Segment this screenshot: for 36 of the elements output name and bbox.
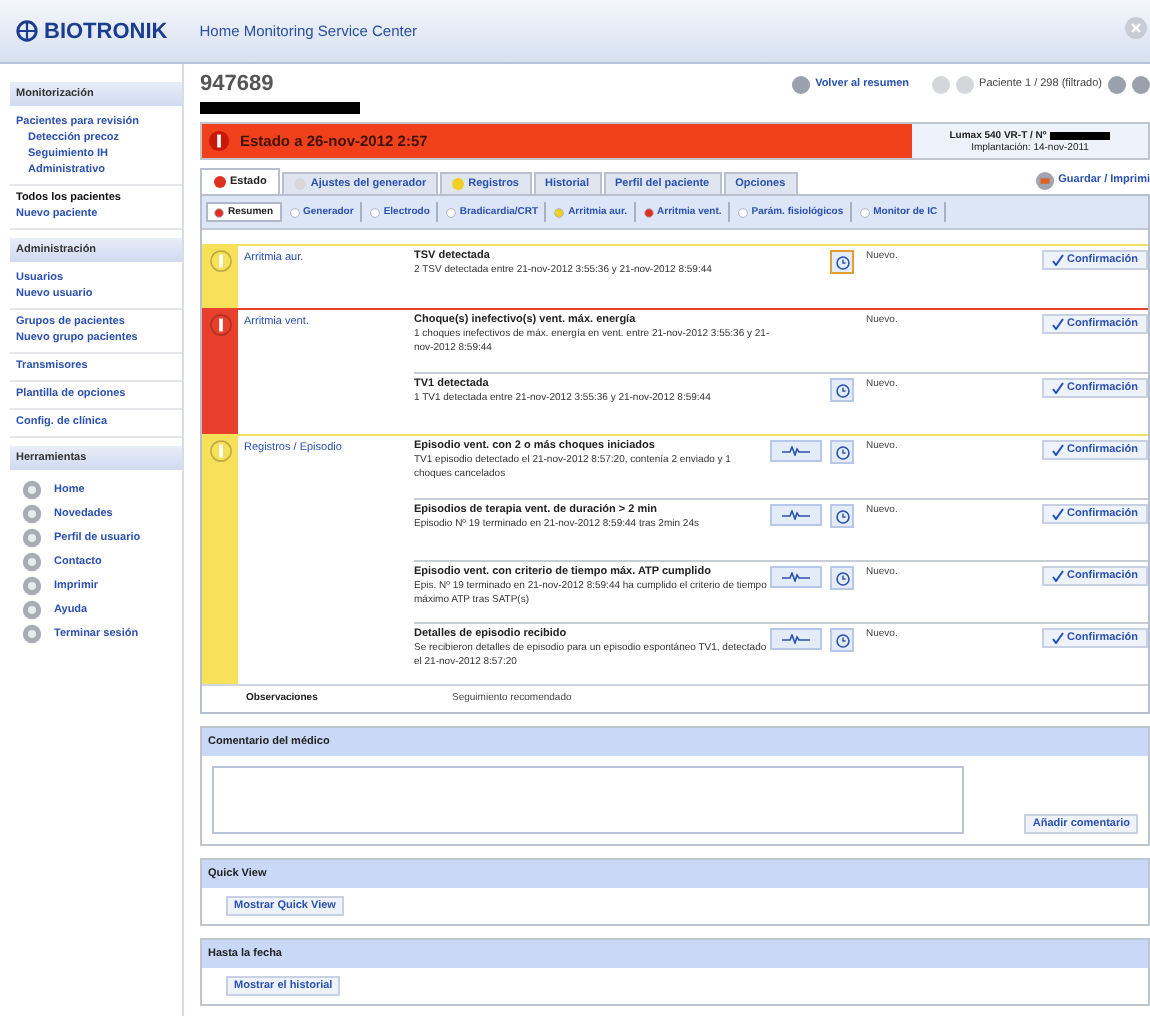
check-icon [1051,318,1064,330]
logo: BIOTRONIK [16,19,168,43]
clock-button[interactable] [830,440,854,464]
waveform-icon [782,572,810,582]
clock-icon [835,445,849,459]
egm-button[interactable] [770,504,822,526]
check-icon [1051,570,1064,582]
comment-field[interactable] [212,766,965,834]
clock-icon [835,383,849,397]
clock-button[interactable] [830,628,854,652]
close-icon[interactable] [1124,16,1148,40]
check-icon [1051,382,1064,394]
clock-button[interactable] [830,250,854,274]
check-icon [1051,632,1064,644]
clock-icon [835,571,849,585]
clock-button[interactable] [830,378,854,402]
egm-button[interactable] [770,440,822,462]
waveform-icon [782,446,810,456]
clock-icon [835,255,849,269]
waveform-icon [782,510,810,520]
egm-button[interactable] [770,566,822,588]
check-icon [1051,444,1064,456]
clock-button[interactable] [830,566,854,590]
round-icon[interactable] [791,75,810,93]
check-icon [1051,254,1064,266]
check-icon [1051,508,1064,520]
patient-id: 947689 [200,72,274,96]
printer-icon [1036,171,1055,189]
redacted-bar [1050,131,1111,139]
clock-icon [835,633,849,647]
alert-icon [208,130,230,152]
clock-button[interactable] [830,504,854,528]
globe-icon [16,20,38,42]
clock-icon [835,509,849,523]
egm-button[interactable] [770,628,822,650]
waveform-icon [782,634,810,644]
